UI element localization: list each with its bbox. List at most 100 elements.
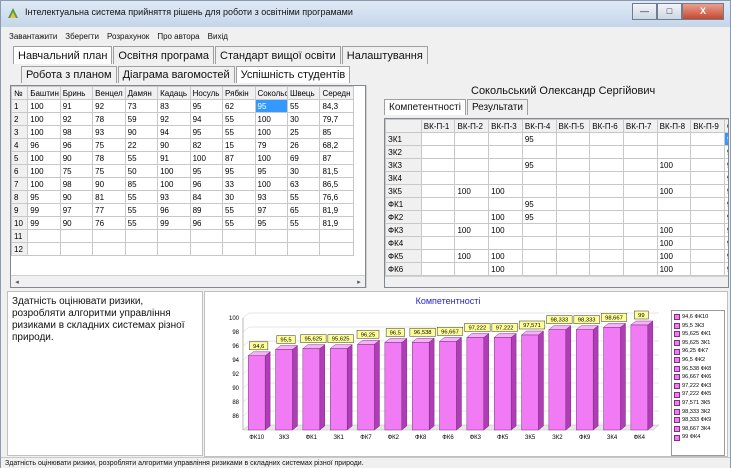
table-cell[interactable]: 95 [222,164,256,178]
table-cell[interactable] [420,184,456,198]
tab-results[interactable]: Результати [466,99,529,115]
table-cell[interactable]: 100 [189,151,224,165]
column-header[interactable]: ВК-П-3 [488,119,523,133]
table-cell[interactable] [656,210,692,224]
column-header[interactable]: ВК-П-2 [454,119,490,133]
table-cell[interactable]: 100 [656,262,692,276]
table-cell[interactable]: 25 [286,125,321,139]
table-cell[interactable]: 93 [254,190,288,204]
table-row[interactable]: 11 [11,229,354,243]
menu-calculate[interactable]: Розрахунок [107,29,149,44]
table-cell[interactable]: 99 [27,216,61,230]
row-header[interactable]: 5 [11,151,29,165]
table-cell[interactable] [622,197,658,211]
table-cell[interactable]: 90 [92,177,126,191]
table-cell[interactable]: 100 [254,112,288,126]
table-cell[interactable]: 55 [124,190,159,204]
table-cell[interactable] [92,242,126,256]
table-cell[interactable]: 94 [157,125,191,139]
table-row[interactable]: ФК510010010097,2222 [385,249,728,263]
table-row[interactable]: 2 100 92 78 59 92 94 55 100 30 79,7 [11,112,354,126]
table-cell[interactable]: 55 [286,99,321,113]
table-row[interactable]: 12 [11,242,354,256]
table-cell[interactable]: 100 [656,184,692,198]
table-cell[interactable] [690,132,725,146]
table-cell[interactable]: 30 [222,190,256,204]
table-row[interactable]: ФК4 100 99 [385,236,728,250]
table-cell[interactable] [690,236,725,250]
table-cell[interactable] [420,236,456,250]
table-cell[interactable]: 99 [723,236,728,250]
students-grid[interactable]: № Баштин Бринь Венцел Дамян Кадаць Носуль Рябкі… [10,85,366,288]
table-cell[interactable]: 55 [222,125,256,139]
table-cell[interactable]: 90 [59,190,94,204]
table-cell[interactable] [521,236,557,250]
table-cell[interactable] [690,262,725,276]
table-cell[interactable] [420,132,456,146]
table-cell[interactable]: 97 [59,203,94,217]
row-header[interactable]: 7 [11,177,29,191]
table-cell[interactable] [622,236,658,250]
table-cell[interactable]: 93 [92,125,126,139]
table-cell[interactable] [454,171,490,185]
table-cell[interactable]: 100 [254,151,288,165]
table-cell[interactable]: 79,7 [319,112,354,126]
table-cell[interactable] [454,145,490,159]
table-row[interactable]: 5 100 90 78 55 91 100 87 100 69 87 [11,151,354,165]
column-header[interactable]: ВК-П-5 [555,119,591,133]
table-cell[interactable] [189,229,224,243]
table-cell[interactable]: 100 [488,249,523,263]
menu-exit[interactable]: Вихід [208,29,228,44]
table-cell[interactable]: 62 [222,99,256,113]
table-cell[interactable] [589,249,624,263]
table-cell[interactable] [488,197,523,211]
table-row[interactable]: 7 100 98 90 85 100 96 33 100 63 86,5 [11,177,354,191]
table-cell[interactable] [555,262,591,276]
table-row[interactable]: ФК1 95 95,625 [385,197,728,211]
tab-curriculum[interactable]: Навчальний план [13,46,113,64]
column-header[interactable]: Кадаць [157,86,191,100]
table-cell[interactable] [521,223,557,237]
row-header[interactable]: 11 [11,229,29,243]
row-header[interactable]: 8 [11,190,29,204]
table-cell[interactable]: 95 [189,125,224,139]
table-cell[interactable] [656,145,692,159]
table-cell[interactable] [420,197,456,211]
table-cell[interactable]: 100 [488,223,523,237]
table-cell[interactable]: 100 [454,223,490,237]
row-header[interactable]: 1 [11,99,29,113]
table-cell[interactable]: 100 [27,99,61,113]
table-cell[interactable] [27,229,61,243]
table-cell[interactable] [690,223,725,237]
students-vscroll[interactable] [366,85,376,288]
table-cell[interactable]: 82 [189,138,224,152]
table-cell[interactable] [589,236,624,250]
table-cell[interactable]: 76 [92,216,126,230]
table-cell[interactable] [420,210,456,224]
table-cell[interactable] [521,145,557,159]
table-cell[interactable]: 96 [157,203,191,217]
table-cell[interactable] [420,145,456,159]
table-cell[interactable] [622,184,658,198]
table-cell[interactable]: 100 [27,125,61,139]
row-header[interactable]: ЗК1 [385,132,422,146]
table-cell[interactable] [656,197,692,211]
table-cell[interactable]: 75 [59,164,94,178]
row-header[interactable]: ЗК2 [385,145,422,159]
table-cell[interactable] [589,171,624,185]
row-header[interactable]: ФК4 [385,236,422,250]
table-cell[interactable]: 87 [222,151,256,165]
table-cell[interactable]: 79 [254,138,288,152]
table-cell[interactable] [589,145,624,159]
table-cell[interactable]: 22 [124,138,159,152]
table-cell[interactable] [521,171,557,185]
minimize-button[interactable]: — [632,3,657,20]
table-cell[interactable] [589,197,624,211]
table-cell[interactable]: 55 [286,216,321,230]
table-cell[interactable] [589,184,624,198]
column-header[interactable]: Рябкін [222,86,256,100]
maximize-button[interactable]: □ [657,3,682,20]
column-header[interactable]: ВК-П-1 [420,119,456,133]
table-cell[interactable]: 100 [157,177,191,191]
table-cell[interactable] [488,132,523,146]
